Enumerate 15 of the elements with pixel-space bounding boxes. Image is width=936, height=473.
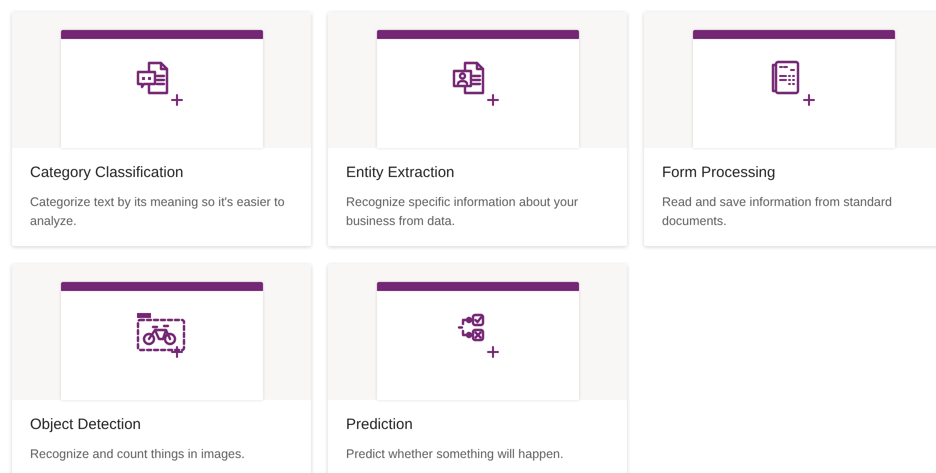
card-title: Entity Extraction bbox=[346, 164, 456, 181]
model-card[interactable]: Object Detection Recognize and count things in images. bbox=[12, 264, 311, 473]
card-description: Predict whether something will happen. bbox=[346, 446, 564, 463]
card-title: Prediction bbox=[346, 416, 414, 433]
card-title: Category Classification bbox=[30, 164, 184, 181]
card-description: Recognize specific information about your business from data. bbox=[346, 194, 580, 230]
model-card[interactable]: Entity Extraction Recognize specific information about your business from data. bbox=[328, 12, 627, 246]
card-description: Categorize text by its meaning so it's easier to analyze. bbox=[30, 194, 286, 230]
model-card[interactable]: Category Classification Categorize text by its meaning so it's easier to analyze. bbox=[12, 12, 311, 246]
card-title: Form Processing bbox=[662, 164, 776, 181]
card-title: Object Detection bbox=[30, 416, 142, 433]
card-description: Read and save information from standard documents. bbox=[662, 194, 893, 230]
card-description: Recognize and count things in images. bbox=[30, 446, 246, 463]
model-card[interactable]: Prediction Predict whether something will happen. bbox=[328, 264, 627, 473]
model-card[interactable]: Form Processing Read and save information from standard documents. bbox=[644, 12, 936, 246]
